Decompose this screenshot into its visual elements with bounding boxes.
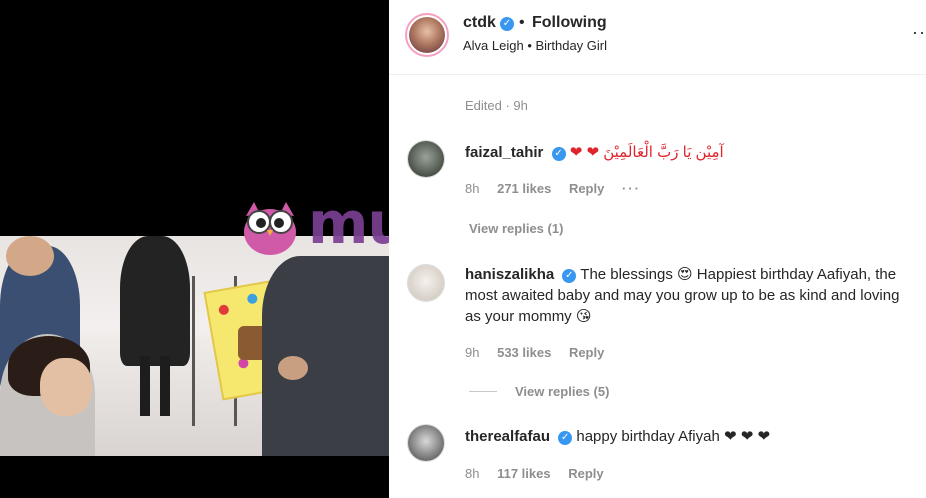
video-leg (160, 356, 170, 416)
more-options-icon[interactable]: ·· (912, 22, 926, 43)
verified-badge-icon: ✓ (558, 431, 573, 445)
separator-dot: • (519, 14, 525, 31)
following-button[interactable]: Following (532, 14, 607, 32)
comment-body: faizal_tahir ✓ ❤ ❤ آمِيْن يَا رَبَّ الْع… (465, 142, 915, 163)
comment-username[interactable]: haniszalikha (465, 266, 554, 283)
video-person-middle (120, 236, 190, 366)
comment-meta: 8h 117 likes Reply (465, 466, 618, 481)
replies-divider (469, 391, 497, 392)
comment-time: 8h (465, 466, 480, 481)
video-person-right (262, 256, 389, 456)
verified-badge-icon: ✓ (499, 17, 514, 31)
owl-logo-icon (244, 202, 296, 255)
video-frame[interactable] (0, 236, 389, 456)
avatar[interactable] (407, 424, 445, 462)
post-subtitle[interactable]: Alva Leigh • Birthday Girl (463, 38, 607, 53)
video-hand (278, 356, 308, 380)
comment-likes[interactable]: 271 likes (497, 181, 551, 196)
avatar[interactable] (405, 13, 449, 57)
view-replies-button[interactable]: View replies (5) (515, 384, 609, 399)
comment-username[interactable]: therealfafau (465, 428, 550, 445)
comment-meta: 8h 271 likes Reply ··· (465, 181, 655, 196)
comment-body: therealfafau ✓ happy birthday Afiyah ❤ ❤… (465, 426, 915, 447)
comment-likes[interactable]: 533 likes (497, 345, 551, 360)
reply-button[interactable]: Reply (569, 345, 604, 360)
comment-text: happy birthday Afiyah ❤ ❤ ❤ (576, 428, 771, 445)
comment-meta: 9h 533 likes Reply (465, 345, 618, 360)
verified-badge-icon: ✓ (551, 147, 566, 161)
edited-timestamp: Edited · 9h (465, 98, 528, 113)
video-baby-head (6, 236, 54, 276)
comment-time: 8h (465, 181, 480, 196)
reply-button[interactable]: Reply (569, 181, 604, 196)
comment-time: 9h (465, 345, 480, 360)
comment-options-icon[interactable]: ··· (622, 181, 641, 196)
cake-decoration (218, 304, 230, 316)
view-replies-button[interactable]: View replies (1) (469, 221, 563, 236)
post-username[interactable]: ctdk ✓ (463, 14, 514, 32)
cake-decoration (246, 292, 259, 305)
comments-panel: ctdk ✓ • Following Alva Leigh • Birthday … (389, 0, 926, 498)
comment-username[interactable]: faizal_tahir (465, 144, 543, 161)
avatar[interactable] (407, 140, 445, 178)
comment-body: haniszalikha ✓ The blessings 😍 Happiest … (465, 264, 915, 327)
video-child-face (40, 358, 92, 416)
avatar[interactable] (407, 264, 445, 302)
post-header: ctdk ✓ • Following Alva Leigh • Birthday … (389, 0, 926, 75)
verified-badge-icon: ✓ (562, 269, 577, 283)
comment-text: ❤ ❤ آمِيْن يَا رَبَّ الْعَالَمِيْنَ (569, 144, 724, 161)
comment-likes[interactable]: 117 likes (497, 466, 551, 481)
video-leg (140, 356, 150, 416)
reply-button[interactable]: Reply (568, 466, 603, 481)
